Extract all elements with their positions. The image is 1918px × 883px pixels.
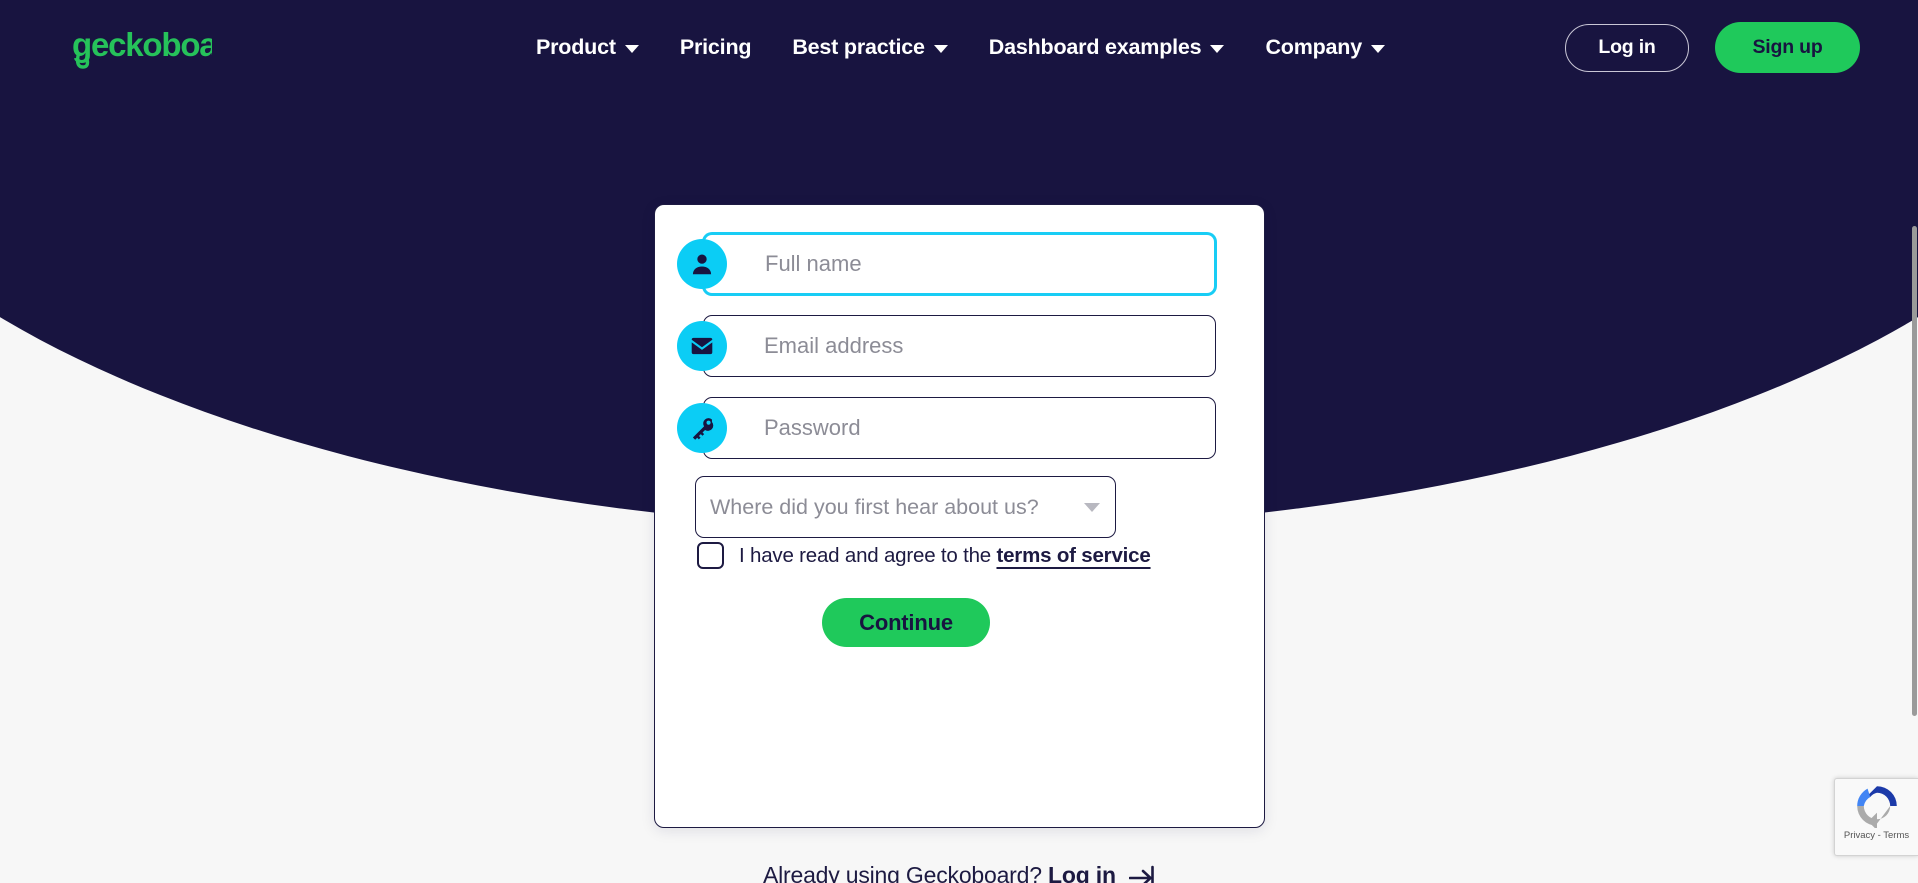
main-navigation: geckoboard Product Pricing Best practice… (0, 0, 1918, 95)
password-field-group (677, 397, 1216, 459)
login-prompt-link[interactable]: Log in (1048, 862, 1116, 883)
nav-link-dashboard-examples-label: Dashboard examples (988, 34, 1202, 59)
email-input[interactable] (703, 315, 1216, 377)
recaptcha-badge[interactable]: Privacy - Terms (1834, 778, 1918, 856)
nav-link-product[interactable]: Product (536, 34, 639, 59)
referral-source-select-group: Where did you first hear about us? (695, 476, 1116, 538)
signup-card: Where did you first hear about us? I hav… (654, 204, 1265, 828)
nav-link-pricing[interactable]: Pricing (679, 34, 752, 59)
geckoboard-logo[interactable]: geckoboard (72, 22, 212, 74)
terms-label-text: I have read and agree to the (739, 543, 991, 567)
chevron-down-icon (624, 45, 639, 53)
password-input[interactable] (703, 397, 1216, 459)
full-name-input[interactable] (703, 233, 1216, 295)
arrow-right-icon (1129, 865, 1154, 883)
nav-link-pricing-label: Pricing (679, 34, 752, 59)
recaptcha-icon (1856, 786, 1897, 828)
full-name-field-group (677, 233, 1216, 295)
nav-link-company-label: Company (1265, 34, 1362, 59)
terms-agreement-row: I have read and agree to the terms of se… (697, 542, 1151, 569)
svg-text:geckoboard: geckoboard (72, 26, 212, 63)
chevron-down-icon (1210, 45, 1225, 53)
recaptcha-label: Privacy - Terms (1843, 830, 1910, 841)
sign-up-button[interactable]: Sign up (1715, 22, 1860, 73)
nav-link-company[interactable]: Company (1265, 34, 1385, 59)
terms-checkbox[interactable] (697, 542, 724, 569)
chevron-down-icon (933, 45, 948, 53)
signup-page: geckoboard Product Pricing Best practice… (0, 0, 1918, 883)
chevron-down-icon (1371, 45, 1385, 53)
referral-source-select[interactable]: Where did you first hear about us? (695, 476, 1116, 538)
email-field-group (677, 315, 1216, 377)
continue-button[interactable]: Continue (822, 598, 990, 647)
nav-link-dashboard-examples[interactable]: Dashboard examples (988, 34, 1225, 59)
nav-auth-actions: Log in Sign up (1565, 0, 1860, 95)
log-in-button[interactable]: Log in (1565, 23, 1689, 72)
nav-link-best-practice[interactable]: Best practice (792, 34, 948, 59)
already-using-prompt: Already using Geckoboard? Log in (0, 862, 1918, 883)
nav-link-best-practice-label: Best practice (792, 34, 925, 59)
nav-links: Product Pricing Best practice Dashboard … (536, 0, 1385, 95)
terms-label: I have read and agree to the terms of se… (739, 544, 1151, 568)
nav-link-product-label: Product (536, 34, 616, 59)
terms-of-service-link[interactable]: terms of service (996, 544, 1150, 567)
scrollbar-thumb[interactable] (1912, 226, 1917, 716)
already-using-text: Already using Geckoboard? (762, 862, 1042, 883)
